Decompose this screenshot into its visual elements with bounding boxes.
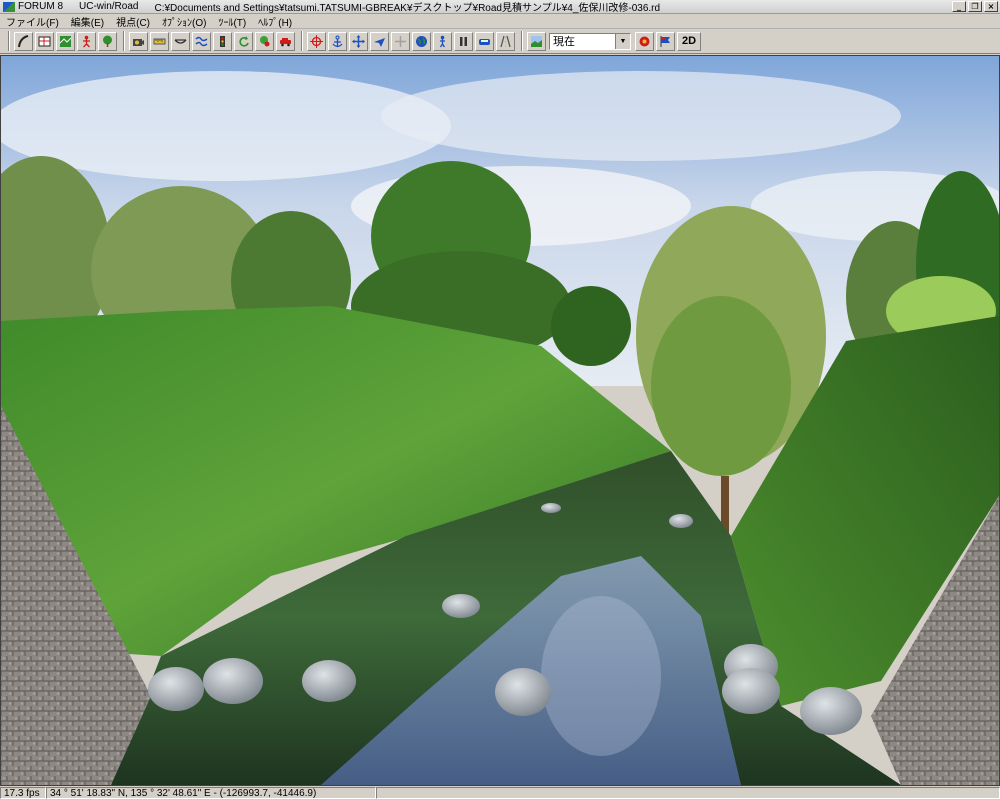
road-tool-button[interactable]	[496, 31, 515, 51]
ruler-button[interactable]	[150, 31, 169, 51]
app-logo-icon	[3, 1, 15, 12]
status-bar: 17.3 fps 34 ° 51' 18.83" N, 135 ° 32' 48…	[0, 786, 1000, 800]
record-icon	[639, 36, 650, 46]
person-icon	[83, 35, 90, 47]
minimize-button[interactable]: _	[952, 1, 966, 12]
move-icon	[352, 34, 365, 48]
move-button[interactable]	[349, 31, 368, 51]
scene-view-icon	[531, 35, 542, 47]
menu-bar: ファイル(F) 編集(E) 視点(C) ｵﾌﾟｼｮﾝ(O) ﾂｰﾙ(T) ﾍﾙﾌ…	[0, 14, 1000, 29]
menu-tools[interactable]: ﾂｰﾙ(T)	[212, 14, 252, 29]
rotate-icon	[239, 35, 249, 47]
record-button[interactable]	[635, 31, 654, 51]
road-grid-icon	[38, 36, 51, 46]
window-controls: _ ❐ ×	[952, 1, 998, 12]
rotate-button[interactable]	[234, 31, 253, 51]
bridge-button[interactable]	[171, 31, 190, 51]
bridge-icon	[174, 38, 187, 44]
product-name: UC-win/Road	[79, 1, 139, 12]
scene-view-button[interactable]	[527, 31, 546, 51]
tree-button[interactable]	[98, 31, 117, 51]
status-empty	[376, 787, 1000, 799]
crosshair-button[interactable]	[307, 31, 326, 51]
anchor-button[interactable]	[328, 31, 347, 51]
menu-view[interactable]: 視点(C)	[110, 14, 156, 29]
title-bar: FORUM 8 UC-win/Road C:¥Documents and Set…	[0, 0, 1000, 14]
cursor-button[interactable]	[391, 31, 410, 51]
river-button[interactable]	[192, 31, 211, 51]
plant-icon	[260, 35, 270, 46]
fly-icon	[374, 37, 385, 47]
globe-icon	[416, 35, 427, 47]
road-tool-icon	[500, 35, 511, 47]
coordinate-readout: 34 ° 51' 18.83" N, 135 ° 32' 48.61" E - …	[46, 787, 376, 799]
cursor-icon	[395, 35, 406, 47]
menu-edit[interactable]: 編集(E)	[65, 14, 110, 29]
menu-file[interactable]: ファイル(F)	[0, 14, 65, 29]
crosshair-icon	[310, 34, 323, 48]
chevron-down-icon[interactable]: ▼	[615, 33, 630, 49]
app-name: FORUM 8	[18, 1, 63, 12]
view-select[interactable]: 現在 ▼	[549, 32, 631, 50]
walk-button[interactable]	[433, 31, 452, 51]
scene-viewport[interactable]	[0, 55, 1000, 786]
file-path: C:¥Documents and Settings¥tatsumi.TATSUM…	[154, 3, 661, 14]
plant-button[interactable]	[255, 31, 274, 51]
globe-button[interactable]	[412, 31, 431, 51]
scene-canvas[interactable]	[1, 56, 999, 785]
terrain-map-button[interactable]	[56, 31, 75, 51]
signal-button[interactable]	[213, 31, 232, 51]
road-curve-button[interactable]	[14, 31, 33, 51]
car-button[interactable]	[276, 31, 295, 51]
river-icon	[195, 36, 208, 46]
fly-button[interactable]	[370, 31, 389, 51]
view-select-value: 現在	[553, 36, 575, 48]
tree-icon	[103, 35, 112, 47]
flag-icon	[660, 35, 670, 47]
flag-button[interactable]	[656, 31, 675, 51]
mode-2d-button[interactable]: 2D	[677, 31, 702, 51]
fps-readout: 17.3 fps	[0, 787, 46, 799]
pause-icon	[460, 36, 467, 46]
anchor-icon	[332, 35, 343, 47]
road-curve-icon	[18, 34, 29, 47]
vehicle-icon	[479, 38, 490, 45]
ruler-icon	[153, 38, 166, 44]
vehicle-button[interactable]	[475, 31, 494, 51]
toolbar-grip	[8, 31, 10, 51]
restore-button[interactable]: ❐	[968, 1, 982, 12]
road-grid-button[interactable]	[35, 31, 54, 51]
menu-options[interactable]: ｵﾌﾟｼｮﾝ(O)	[156, 14, 212, 29]
camera-button[interactable]	[129, 31, 148, 51]
menu-help[interactable]: ﾍﾙﾌﾟ(H)	[252, 14, 298, 29]
close-button[interactable]: ×	[984, 1, 998, 12]
pause-button[interactable]	[454, 31, 473, 51]
terrain-map-icon	[59, 35, 72, 47]
person-button[interactable]	[77, 31, 96, 51]
car-icon	[280, 37, 291, 46]
signal-icon	[220, 35, 225, 47]
toolbar: 現在 ▼ 2D	[0, 29, 1000, 54]
walk-icon	[439, 35, 446, 47]
camera-icon	[133, 38, 144, 46]
